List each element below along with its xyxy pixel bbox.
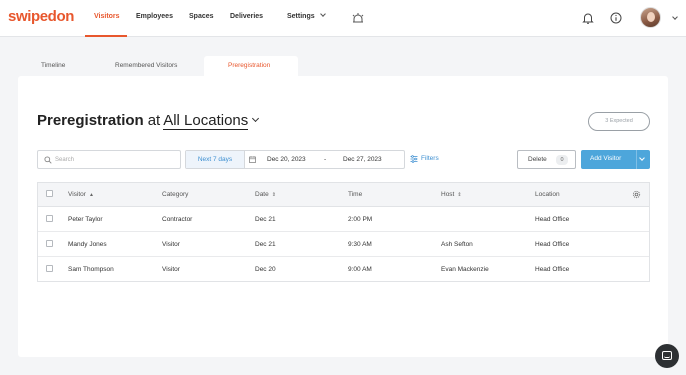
cell-category: Contractor	[162, 216, 193, 223]
column-header-visitor-label: Visitor	[68, 191, 86, 198]
column-header-visitor[interactable]: Visitor ▲	[68, 191, 94, 198]
delete-label: Delete	[528, 156, 547, 163]
quick-range-button[interactable]: Next 7 days	[186, 151, 245, 168]
nav-item-spaces[interactable]: Spaces	[189, 13, 214, 20]
preregistration-table: Visitor ▲ Category Date ⇕ Time Host ⇕ Locat…	[37, 182, 650, 282]
nav-item-employees[interactable]: Employees	[136, 13, 173, 20]
search-input[interactable]: Search	[37, 150, 181, 169]
top-nav: swipedon Visitors Employees Spaces Deliv…	[0, 0, 686, 37]
cell-time: 9:00 AM	[348, 266, 372, 273]
cell-visitor[interactable]: Mandy Jones	[68, 241, 107, 248]
nav-active-indicator	[85, 35, 127, 37]
cell-location: Head Office	[535, 216, 570, 223]
filters-label: Filters	[421, 155, 439, 162]
page-title-at: at	[147, 112, 161, 129]
row-checkbox[interactable]	[46, 240, 53, 247]
row-checkbox[interactable]	[46, 215, 53, 222]
table-header: Visitor ▲ Category Date ⇕ Time Host ⇕ Locat…	[38, 183, 649, 207]
select-all-checkbox[interactable]	[46, 190, 53, 197]
button-divider	[636, 150, 637, 169]
sort-icon: ⇕	[271, 192, 276, 198]
column-header-time[interactable]: Time	[348, 191, 362, 198]
cell-category: Visitor	[162, 266, 180, 273]
sort-up-icon: ▲	[88, 192, 94, 198]
delete-count-badge: 0	[556, 155, 568, 165]
expected-count: 3	[605, 118, 609, 124]
tab-remembered-visitors[interactable]: Remembered Visitors	[115, 62, 177, 69]
tab-preregistration[interactable]: Preregistration	[228, 62, 270, 69]
avatar[interactable]	[640, 7, 661, 28]
logo[interactable]: swipedon	[8, 8, 74, 25]
row-checkbox[interactable]	[46, 265, 53, 272]
column-header-host-label: Host	[441, 191, 455, 198]
chevron-down-icon[interactable]	[639, 155, 645, 161]
search-placeholder: Search	[55, 157, 75, 163]
cell-location: Head Office	[535, 241, 570, 248]
cell-visitor[interactable]: Peter Taylor	[68, 216, 103, 223]
expected-badge[interactable]: 3 Expected	[588, 112, 650, 131]
date-separator: -	[324, 156, 327, 163]
calendar-icon	[249, 156, 256, 163]
column-header-category[interactable]: Category	[162, 191, 188, 198]
cell-host: Evan Mackenzie	[441, 266, 489, 273]
column-header-date[interactable]: Date ⇕	[255, 191, 276, 198]
cell-date: Dec 21	[255, 216, 276, 223]
info-icon[interactable]	[609, 11, 623, 25]
reception-icon[interactable]	[351, 11, 365, 25]
tab-timeline[interactable]: Timeline	[41, 62, 65, 69]
date-range-picker[interactable]: Next 7 days Dec 20, 2023 - Dec 27, 2023	[185, 150, 405, 169]
cell-visitor[interactable]: Sam Thompson	[68, 266, 114, 273]
table-row[interactable]: Peter Taylor Contractor Dec 21 2:00 PM H…	[38, 207, 649, 232]
location-selector[interactable]: All Locations	[163, 112, 249, 130]
chevron-down-icon	[319, 11, 326, 17]
table-row[interactable]: Sam Thompson Visitor Dec 20 9:00 AM Evan…	[38, 257, 649, 282]
chat-launcher-button[interactable]	[655, 344, 679, 368]
add-visitor-button[interactable]: Add Visitor	[581, 150, 650, 169]
column-header-date-label: Date	[255, 191, 269, 198]
chevron-down-icon[interactable]	[252, 114, 260, 123]
delete-button[interactable]: Delete 0	[517, 150, 576, 169]
page-title: Preregistration at All Locations	[37, 112, 260, 130]
avatar-face	[647, 12, 655, 22]
chevron-down-icon[interactable]	[672, 14, 678, 20]
nav-item-deliveries[interactable]: Deliveries	[230, 13, 263, 20]
search-icon	[44, 156, 52, 164]
page-title-text: Preregistration	[37, 112, 144, 129]
cell-time: 2:00 PM	[348, 216, 373, 223]
column-header-host[interactable]: Host ⇕	[441, 191, 462, 198]
bell-icon[interactable]	[581, 11, 595, 25]
nav-item-settings-label: Settings	[287, 13, 315, 20]
filter-icon	[410, 155, 418, 163]
cell-location: Head Office	[535, 266, 570, 273]
cell-host: Ash Sefton	[441, 241, 473, 248]
date-from[interactable]: Dec 20, 2023	[267, 156, 306, 163]
expected-label: Expected	[609, 118, 633, 124]
cell-date: Dec 21	[255, 241, 276, 248]
nav-item-visitors[interactable]: Visitors	[94, 13, 120, 20]
cell-time: 9:30 AM	[348, 241, 372, 248]
table-row[interactable]: Mandy Jones Visitor Dec 21 9:30 AM Ash S…	[38, 232, 649, 257]
cell-date: Dec 20	[255, 266, 276, 273]
column-header-location[interactable]: Location	[535, 191, 560, 198]
date-to[interactable]: Dec 27, 2023	[343, 156, 382, 163]
nav-item-settings[interactable]: Settings	[287, 11, 326, 20]
cell-category: Visitor	[162, 241, 180, 248]
gear-icon[interactable]	[632, 190, 641, 199]
sort-icon: ⇕	[457, 192, 462, 198]
add-visitor-label: Add Visitor	[590, 155, 622, 162]
filters-button[interactable]: Filters	[410, 155, 439, 163]
